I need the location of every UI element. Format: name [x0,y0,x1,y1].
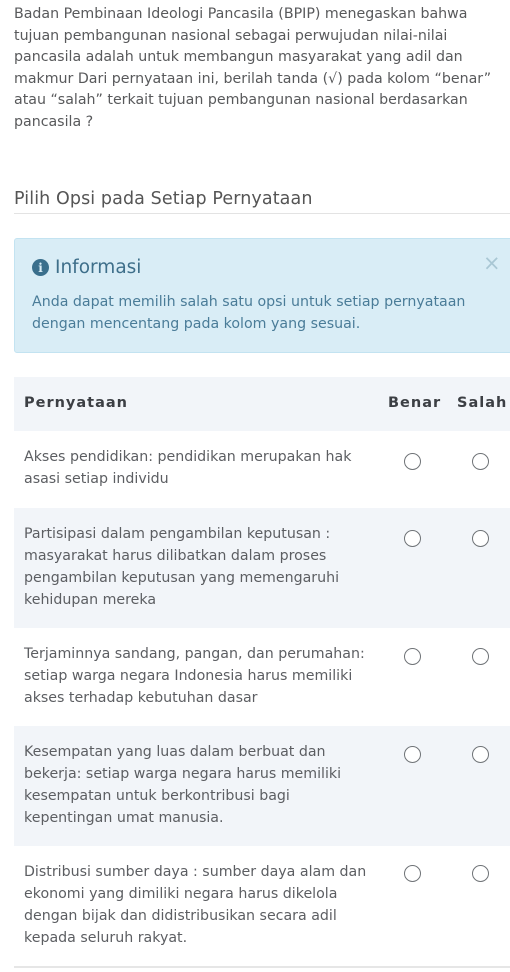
alert-message: Anda dapat memilih salah satu opsi untuk… [32,294,466,332]
header-statement: Pernyataan [24,395,128,411]
radio-false[interactable] [472,453,489,470]
statement-text: Akses pendidikan: pendidikan merupakan h… [24,449,352,487]
statement-text: Terjaminnya sandang, pangan, dan perumah… [24,646,365,706]
statement-table: Pernyataan Benar Salah Akses pendidikan:… [14,377,510,966]
statement-text: Partisipasi dalam pengambilan keputusan … [24,526,340,608]
close-icon[interactable]: × [483,253,501,274]
header-true: Benar [388,395,442,411]
statement-text: Distribusi sumber daya : sumber daya ala… [24,864,367,946]
radio-false[interactable] [472,648,489,665]
radio-true[interactable] [404,648,421,665]
radio-true[interactable] [404,453,421,470]
table-row: Akses pendidikan: pendidikan merupakan h… [14,431,510,508]
header-false: Salah [457,395,508,411]
radio-true[interactable] [404,746,421,763]
statement-text: Kesempatan yang luas dalam berbuat dan b… [24,744,342,826]
radio-false[interactable] [472,746,489,763]
radio-false[interactable] [472,865,489,882]
table-bottom-border [14,966,510,968]
info-alert: i Informasi × Anda dapat memilih salah s… [14,238,510,353]
radio-true[interactable] [404,530,421,547]
info-circle-icon: i [32,259,49,276]
radio-false[interactable] [472,530,489,547]
section-divider [14,213,510,214]
table-header: Pernyataan Benar Salah [14,377,510,431]
table-row: Partisipasi dalam pengambilan keputusan … [14,508,510,628]
question-text: Badan Pembinaan Ideologi Pancasila (BPIP… [14,6,492,130]
alert-title: Informasi [55,257,142,278]
table-row: Kesempatan yang luas dalam berbuat dan b… [14,726,510,846]
section-title: Pilih Opsi pada Setiap Pernyataan [14,189,313,209]
alert-header: i Informasi [32,257,141,278]
radio-true[interactable] [404,865,421,882]
table-row: Terjaminnya sandang, pangan, dan perumah… [14,628,510,726]
table-row: Distribusi sumber daya : sumber daya ala… [14,846,510,966]
